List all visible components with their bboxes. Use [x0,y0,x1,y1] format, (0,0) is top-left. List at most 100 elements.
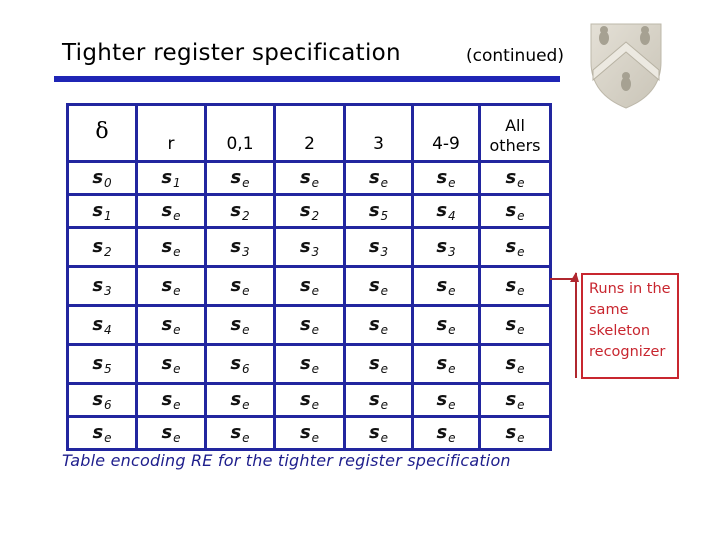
state-symbol: s [436,313,448,335]
shield-crest-icon [590,23,662,109]
table-caption: Table encoding RE for the tighter regist… [62,451,511,470]
state-symbol: s [505,235,517,257]
state-subscript: e [517,397,525,412]
state-subscript: e [104,430,112,445]
state-subscript: e [173,361,181,376]
state-symbol: s [505,388,517,410]
state-symbol: s [368,235,380,257]
state-subscript: e [242,430,250,445]
state-subscript: e [173,208,181,223]
state-subscript: 3 [380,244,389,259]
transition-cell: s5 [343,193,414,229]
state-subscript: e [380,430,389,445]
state-subscript: 6 [242,361,250,376]
state-symbol: s [92,235,104,257]
state-subscript: 6 [104,397,112,412]
header-4-9: 4-9 [411,103,481,163]
state-symbol: s [299,166,311,188]
table-row: s0 s1 se se se se se [66,160,552,196]
state-subscript: e [242,322,250,337]
state-subscript: e [380,175,389,190]
state-subscript: e [380,361,389,376]
state-symbol: s [161,235,173,257]
transition-cell: se [273,160,346,196]
slide-title: Tighter register specification [62,40,401,66]
state-subscript: 0 [104,175,112,190]
state-symbol: s [368,313,380,335]
state-symbol: s [230,388,242,410]
state-subscript: e [517,208,525,223]
state-symbol: s [368,166,380,188]
transition-cell: se [478,193,552,229]
state-symbol: s [436,235,448,257]
state-subscript: 2 [242,208,250,223]
state-symbol: s [299,421,311,443]
header-2: 2 [273,103,346,163]
title-underline [54,76,560,82]
transition-cell: se [343,265,414,307]
transition-cell: s6 [204,343,276,385]
state-subscript: e [242,283,250,298]
state-symbol: s [368,388,380,410]
slide-subtitle: (continued) [466,46,564,66]
state-subscript: e [311,283,320,298]
state-symbol: s [505,199,517,221]
transition-cell: se [411,304,481,346]
state-subscript: e [311,430,320,445]
transition-cell: se [343,304,414,346]
state-subscript: e [517,322,525,337]
state-symbol: s [299,313,311,335]
transition-cell: se [478,265,552,307]
transition-cell: s4 [411,193,481,229]
state-symbol: s [92,421,104,443]
state-symbol: s [299,352,311,374]
state-subscript: 3 [448,244,456,259]
transition-cell: se [204,415,276,451]
transition-cell: s2 [273,193,346,229]
state-subscript: e [517,175,525,190]
transition-cell: se [478,226,552,268]
header-0-1: 0,1 [204,103,276,163]
state-symbol: s [161,313,173,335]
state-subscript: e [380,283,389,298]
transition-cell: se [478,382,552,418]
row-state-cell: s3 [66,265,138,307]
table-row: s4 se se se se se se [66,304,552,346]
transition-cell: se [273,343,346,385]
header-3: 3 [343,103,414,163]
state-symbol: s [92,352,104,374]
state-subscript: 4 [448,208,456,223]
transition-cell: se [411,415,481,451]
state-subscript: e [311,361,320,376]
state-subscript: 5 [380,208,389,223]
state-subscript: e [311,322,320,337]
transition-cell: se [343,343,414,385]
transition-cell: s3 [204,226,276,268]
state-symbol: s [436,166,448,188]
state-symbol: s [299,274,311,296]
state-subscript: 3 [104,283,112,298]
state-symbol: s [505,352,517,374]
state-subscript: e [173,397,181,412]
state-subscript: e [517,244,525,259]
transition-cell: se [343,382,414,418]
state-subscript: e [311,397,320,412]
header-all-others: All others [478,103,552,163]
transition-cell: se [135,304,207,346]
transition-cell: se [135,415,207,451]
state-subscript: e [173,430,181,445]
state-symbol: s [230,199,242,221]
state-subscript: e [242,175,250,190]
transition-cell: se [204,382,276,418]
transition-cell: se [478,160,552,196]
transition-cell: se [478,304,552,346]
transition-cell: s3 [411,226,481,268]
row-state-cell: s4 [66,304,138,346]
state-subscript: 1 [104,208,112,223]
state-symbol: s [92,199,104,221]
state-symbol: s [92,313,104,335]
state-symbol: s [368,274,380,296]
state-subscript: 4 [104,322,112,337]
state-subscript: 2 [311,208,320,223]
state-symbol: s [505,274,517,296]
